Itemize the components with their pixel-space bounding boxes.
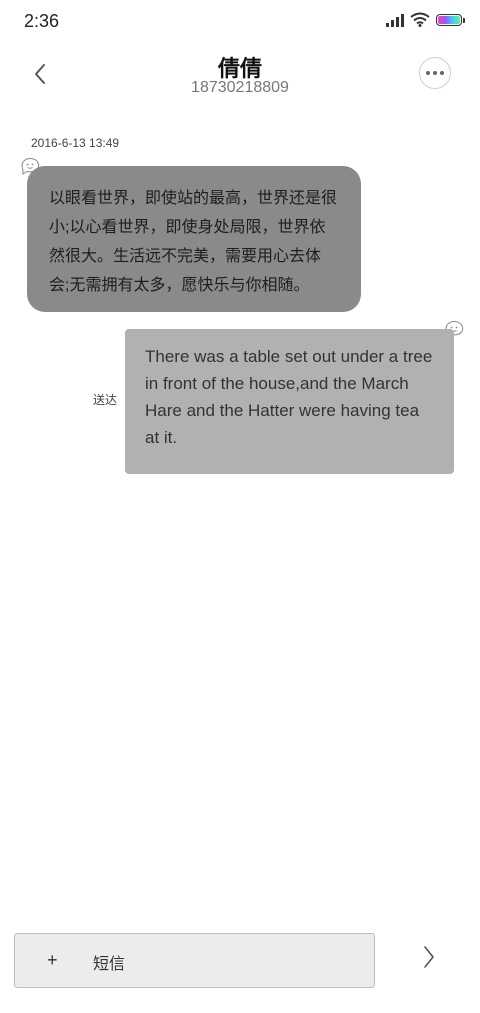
message-line: There was a table set out under a tree bbox=[145, 347, 433, 366]
message-line: 以眼看世界，即使站的最高，世界还是很 bbox=[49, 190, 338, 207]
message-timestamp: 2016-6-13 13:49 bbox=[31, 136, 120, 150]
message-line: 小;以心看世界，即使身处局限，世界依 bbox=[49, 219, 326, 236]
send-button[interactable] bbox=[417, 943, 441, 971]
message-line: 然很大。生活远不完美，需要用心去体 bbox=[49, 248, 322, 265]
more-dots-icon bbox=[426, 71, 430, 75]
status-bar: 2:36 bbox=[0, 0, 480, 44]
chevron-right-icon bbox=[424, 946, 434, 968]
message-line: Hare and the Hatter were having tea bbox=[145, 401, 420, 420]
add-attachment-button[interactable]: + bbox=[47, 949, 58, 971]
battery-icon bbox=[436, 13, 465, 26]
signal-icon bbox=[386, 13, 404, 27]
wifi-icon bbox=[410, 12, 430, 27]
outgoing-message-bubble[interactable]: There was a table set out under a tree i… bbox=[125, 329, 454, 474]
status-time: 2:36 bbox=[24, 11, 60, 31]
status-icons bbox=[386, 12, 465, 27]
delivery-status: 送达 bbox=[93, 393, 118, 407]
message-line: at it. bbox=[145, 428, 178, 447]
message-input[interactable]: 短信 bbox=[93, 950, 125, 974]
incoming-message-bubble[interactable]: 以眼看世界，即使站的最高，世界还是很 小;以心看世界，即使身处局限，世界依 然很… bbox=[27, 166, 361, 312]
more-button[interactable] bbox=[419, 57, 451, 89]
contact-number: 18730218809 bbox=[191, 79, 289, 96]
conversation-header: 倩倩 18730218809 bbox=[0, 48, 480, 108]
message-line: in front of the house,and the March bbox=[145, 374, 409, 393]
compose-bar: + 短信 bbox=[14, 933, 375, 988]
message-line: 会;无需拥有太多，愿快乐与你相随。 bbox=[49, 277, 310, 294]
